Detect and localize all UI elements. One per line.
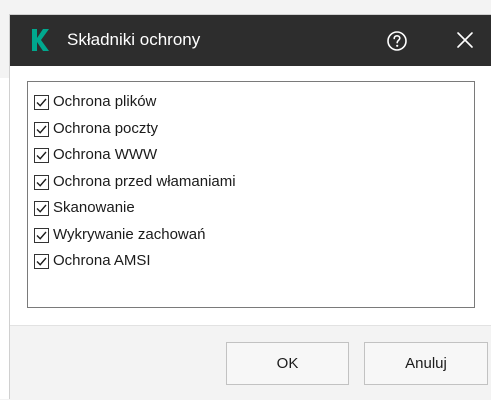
- dialog-title: Składniki ochrony: [67, 30, 201, 49]
- list-item-intrusion-protection[interactable]: Ochrona przed włamaniami: [34, 170, 236, 194]
- checkbox-checked-icon[interactable]: [34, 200, 49, 216]
- dialog-header: Składniki ochrony: [10, 15, 491, 66]
- checkbox-checked-icon[interactable]: [34, 94, 49, 110]
- list-item-behavior-detection[interactable]: Wykrywanie zachowań: [34, 223, 205, 247]
- checkbox-checked-icon[interactable]: [34, 147, 49, 163]
- close-icon[interactable]: [453, 28, 477, 52]
- list-item-label: Ochrona WWW: [53, 146, 158, 163]
- checkbox-checked-icon[interactable]: [34, 253, 49, 269]
- checkbox-checked-icon[interactable]: [34, 174, 49, 190]
- list-item-label: Ochrona AMSI: [53, 252, 151, 269]
- list-item-amsi-protection[interactable]: Ochrona AMSI: [34, 249, 151, 273]
- dialog-frame: Składniki ochrony Ochrona plików Ochrona…: [9, 14, 491, 400]
- checkbox-checked-icon[interactable]: [34, 121, 49, 137]
- list-item-mail-protection[interactable]: Ochrona poczty: [34, 117, 158, 141]
- dialog-window: Składniki ochrony Ochrona plików Ochrona…: [0, 0, 491, 400]
- list-item-label: Wykrywanie zachowań: [53, 226, 206, 243]
- list-item-label: Ochrona poczty: [53, 120, 159, 137]
- kaspersky-logo-icon: [32, 29, 49, 51]
- list-item-scanning[interactable]: Skanowanie: [34, 196, 135, 220]
- list-item-web-protection[interactable]: Ochrona WWW: [34, 143, 157, 167]
- list-item-label: Ochrona plików: [53, 93, 157, 110]
- dialog-footer: OK Anuluj: [10, 326, 491, 400]
- cancel-button[interactable]: Anuluj: [364, 342, 488, 385]
- help-icon[interactable]: [385, 29, 409, 53]
- checkbox-checked-icon[interactable]: [34, 227, 49, 243]
- components-list: Ochrona plików Ochrona poczty Ochrona WW…: [27, 81, 475, 308]
- list-item-label: Ochrona przed włamaniami: [53, 173, 236, 190]
- list-item-file-protection[interactable]: Ochrona plików: [34, 90, 156, 114]
- ok-button[interactable]: OK: [226, 342, 349, 385]
- list-item-label: Skanowanie: [53, 199, 135, 216]
